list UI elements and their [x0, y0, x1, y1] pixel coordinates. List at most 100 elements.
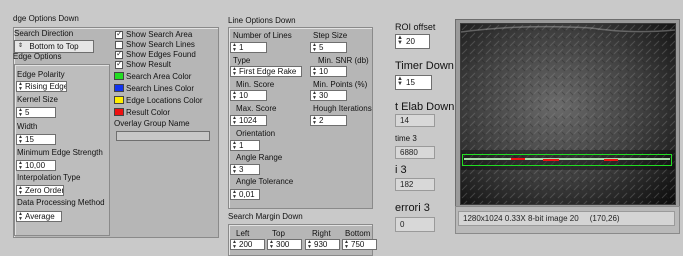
kernel-size-input[interactable]: ▲ ▼ 5 [16, 107, 56, 118]
search-margin-title: Search Margin Down [228, 212, 303, 221]
show-edges-found-label: Show Edges Found [126, 50, 196, 59]
image-status-bar: 1280x1024 0.33X 8-bit image 20 (170,26) [458, 211, 675, 226]
spin-arrows-icon: ▲ ▼ [312, 90, 317, 101]
search-lines-color-swatch[interactable] [114, 84, 124, 92]
width-input[interactable]: ▲ ▼ 15 [16, 134, 56, 145]
margin-left-label: Left [236, 229, 250, 238]
angle-range-value: 3 [239, 165, 244, 174]
search-area-color-label: Search Area Color [126, 72, 192, 81]
edge-location-mark [543, 159, 559, 161]
search-lines-color-label: Search Lines Color [126, 84, 195, 93]
show-search-area-label: Show Search Area [126, 30, 193, 39]
edge-locations-color-swatch[interactable] [114, 96, 124, 104]
orientation-input[interactable]: ▲ ▼ 1 [230, 140, 260, 151]
max-score-input[interactable]: ▲ ▼ 1024 [230, 115, 267, 126]
min-snr-input[interactable]: ▲ ▼ 10 [310, 66, 347, 77]
number-of-lines-label: Number of Lines [233, 31, 292, 40]
show-edges-found-checkbox[interactable] [115, 49, 123, 59]
min-edge-strength-input[interactable]: ▲ ▼ 10,00 [16, 160, 56, 171]
spin-arrows-icon: ▲ ▼ [397, 76, 403, 87]
spin-arrows-icon: ▲ ▼ [18, 211, 23, 222]
min-points-input[interactable]: ▲ ▼ 30 [310, 90, 347, 101]
edge-polarity-value: Rising Edges [25, 82, 66, 91]
spin-arrows-icon: ▲ ▼ [312, 42, 317, 53]
number-of-lines-input[interactable]: ▲ ▼ 1 [230, 42, 267, 53]
angle-tolerance-value: 0,01 [239, 190, 255, 199]
spin-arrows-icon: ▲ ▼ [232, 42, 237, 53]
edge-location-mark [604, 159, 618, 161]
spin-arrows-icon: ▲ ▼ [232, 115, 237, 126]
kernel-size-value: 5 [25, 108, 30, 117]
roi-offset-input[interactable]: ▲ ▼ 20 [395, 34, 430, 49]
spin-arrows-icon: ▲ ▼ [18, 134, 23, 145]
spin-arrows-icon: ▲ ▼ [397, 35, 403, 46]
edge-polarity-selector[interactable]: ▲▼ Rising Edges [16, 81, 67, 92]
margin-bottom-label: Bottom [345, 229, 371, 238]
interpolation-selector[interactable]: ▲ ▼ Zero Order [16, 185, 64, 196]
show-result-checkbox[interactable] [115, 59, 123, 69]
errori3-indicator: 0 [395, 217, 435, 232]
angle-range-input[interactable]: ▲ ▼ 3 [230, 164, 260, 175]
result-color-swatch[interactable] [114, 108, 124, 116]
timer-down-input[interactable]: ▲ ▼ 15 [395, 75, 432, 90]
min-edge-strength-value: 10,00 [25, 161, 46, 170]
time3-indicator: 6880 [395, 146, 435, 159]
camera-image [461, 24, 675, 204]
margin-right-label: Right [312, 229, 331, 238]
data-processing-selector[interactable]: ▲ ▼ Average [16, 211, 62, 222]
timer-down-label: Timer Down [395, 60, 454, 72]
orientation-label: Orientation [236, 129, 276, 138]
spin-arrows-icon: ▲ ▼ [18, 160, 23, 171]
overlay-group-name-input[interactable] [116, 131, 210, 141]
image-display[interactable] [460, 23, 676, 205]
line-options-title: Line Options Down [228, 16, 296, 25]
hough-iterations-input[interactable]: ▲ ▼ 2 [310, 115, 347, 126]
min-score-label: Min. Score [236, 80, 275, 89]
angle-tolerance-label: Angle Tolerance [236, 177, 294, 186]
min-score-value: 10 [239, 91, 248, 100]
show-search-area-checkbox[interactable] [115, 29, 123, 39]
step-size-input[interactable]: ▲ ▼ 5 [310, 42, 347, 53]
spin-arrows-icon: ▲ ▼ [312, 115, 317, 126]
margin-bottom-input[interactable]: ▲ ▼ 750 [342, 239, 377, 250]
max-score-label: Max. Score [236, 104, 277, 113]
interpolation-label: Interpolation Type [17, 173, 81, 182]
timer-down-value: 15 [406, 78, 415, 87]
spin-arrows-icon: ▲ ▼ [232, 66, 237, 77]
spin-arrows-icon: ▲ ▼ [312, 66, 317, 77]
width-label: Width [17, 122, 38, 131]
edge-location-mark [511, 158, 525, 160]
errori3-label: errori 3 [395, 202, 430, 214]
elab-down-indicator: 14 [395, 114, 435, 127]
spin-arrows-icon: ▲ ▼ [232, 90, 237, 101]
roi-offset-value: 20 [406, 37, 415, 46]
kernel-size-label: Kernel Size [17, 95, 58, 104]
search-area-overlay [462, 154, 672, 166]
angle-range-label: Angle Range [236, 153, 283, 162]
show-search-lines-checkbox[interactable] [115, 41, 123, 49]
angle-tolerance-input[interactable]: ▲ ▼ 0,01 [230, 189, 260, 200]
margin-left-input[interactable]: ▲ ▼ 200 [230, 239, 265, 250]
min-edge-strength-label: Minimum Edge Strength [17, 148, 103, 157]
data-processing-value: Average [25, 212, 55, 221]
i3-label: i 3 [395, 164, 407, 176]
hough-iterations-label: Hough Iterations [313, 104, 372, 113]
edge-locations-color-label: Edge Locations Color [126, 96, 203, 105]
search-area-color-swatch[interactable] [114, 72, 124, 80]
edge-polarity-label: Edge Polarity [17, 70, 65, 79]
min-snr-value: 10 [319, 67, 328, 76]
min-snr-label: Min. SNR (db) [318, 56, 369, 65]
max-score-value: 1024 [239, 116, 257, 125]
spin-arrows-icon: ▲ ▼ [232, 164, 237, 175]
min-points-label: Min. Points (%) [313, 80, 368, 89]
type-value: First Edge Rake [239, 67, 297, 76]
min-score-input[interactable]: ▲ ▼ 10 [230, 90, 267, 101]
elab-down-label: t Elab Down [395, 101, 455, 113]
margin-top-input[interactable]: ▲ ▼ 300 [267, 239, 302, 250]
margin-top-label: Top [272, 229, 285, 238]
type-selector[interactable]: ▲ ▼ First Edge Rake [230, 66, 302, 77]
interpolation-value: Zero Order [25, 186, 64, 195]
margin-right-input[interactable]: ▲ ▼ 930 [305, 239, 340, 250]
spin-arrows-icon: ▲ ▼ [18, 185, 23, 196]
width-value: 15 [25, 135, 34, 144]
